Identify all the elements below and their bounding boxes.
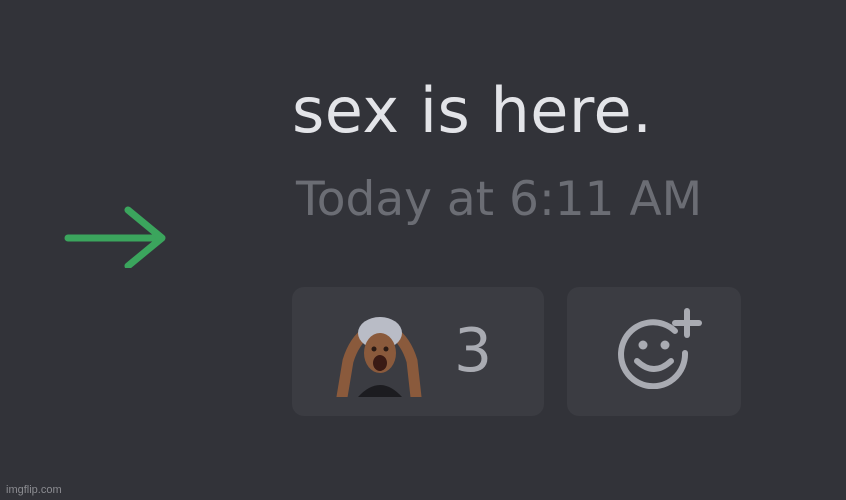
shocked-person-emoji (334, 311, 424, 397)
add-reaction-icon (618, 308, 702, 389)
add-reaction-button[interactable] (567, 287, 741, 416)
reaction-button[interactable]: 3 (292, 287, 544, 416)
message-content: sex is here. (292, 74, 653, 147)
watermark: imgflip.com (6, 484, 62, 496)
chat-message-view: sex is here. Today at 6:11 AM 3 imgflip.… (0, 0, 846, 500)
reaction-count: 3 (454, 316, 493, 386)
arrow-right-icon (64, 206, 166, 268)
message-timestamp: Today at 6:11 AM (296, 172, 703, 227)
